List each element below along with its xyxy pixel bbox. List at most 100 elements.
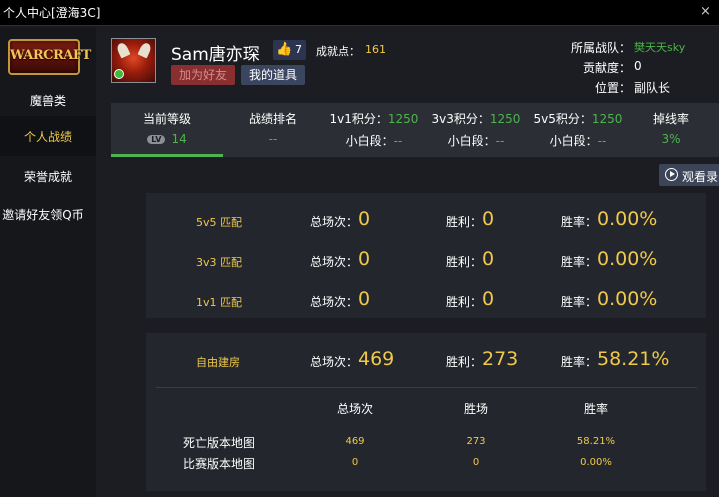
rate-value: 0.00%: [597, 248, 658, 270]
my-items-button[interactable]: 我的道具: [241, 65, 305, 85]
wins-label: 胜利：: [446, 255, 483, 269]
map-row-name: 比赛版本地图: [183, 457, 256, 471]
like-button[interactable]: 👍 7: [273, 40, 306, 60]
map-row-total: 469: [345, 436, 365, 447]
wins-value: 0: [482, 248, 495, 270]
close-icon[interactable]: ×: [700, 4, 711, 19]
total-label: 总场次：: [310, 355, 359, 369]
stat-rank[interactable]: 战绩排名 --: [223, 103, 323, 157]
position-value: 副队长: [634, 81, 671, 95]
wins-value: 273: [482, 348, 519, 370]
score-1v1-label: 1v1积分：: [329, 112, 388, 126]
map-row-wins: 273: [466, 436, 486, 447]
score-5v5-label: 5v5积分：: [533, 112, 592, 126]
rank-value: --: [268, 132, 278, 146]
stat-label: 战绩排名: [248, 112, 297, 126]
total-label: 总场次：: [310, 255, 359, 269]
sidebar-item-personal-record[interactable]: 个人战绩: [0, 116, 96, 156]
drop-rate-value: 3%: [661, 132, 681, 146]
level-value: 14: [171, 132, 187, 146]
avatar-horn: [115, 41, 131, 59]
score-1v1-row: 1v1积分：1250: [323, 110, 425, 127]
achievement-label: 成就点：: [316, 45, 360, 58]
rate-label: 胜率：: [561, 215, 598, 229]
stat-label: 当前等级: [142, 112, 191, 126]
level-badge-icon: LV: [147, 135, 166, 144]
logo-text: WARCRAFT: [10, 48, 91, 63]
avatar-horn: [137, 41, 153, 59]
score-3v3-label: 3v3积分：: [431, 112, 490, 126]
sidebar-item-invite-friends[interactable]: 邀请好友领Q币: [0, 194, 96, 234]
play-icon: [665, 168, 678, 181]
warcraft-logo: WARCRAFT: [8, 39, 91, 75]
watch-replay-button[interactable]: 观看录: [659, 164, 719, 186]
window-title: 个人中心[澄海3C]: [3, 6, 101, 20]
total-label: 总场次：: [310, 215, 359, 229]
tier-value: --: [393, 134, 403, 148]
tier-3v3-row: 小白段：--: [425, 132, 527, 149]
score-3v3-row: 3v3积分：1250: [425, 110, 527, 127]
sidebar-item-honor[interactable]: 荣誉成就: [0, 156, 96, 196]
achievement-value: 161: [365, 43, 386, 56]
wins-value: 0: [482, 288, 495, 310]
team-label: 所属战队：: [571, 41, 632, 55]
username: Sam唐亦琛: [171, 45, 260, 65]
watch-replay-label: 观看录: [682, 170, 719, 184]
tier-value: --: [597, 134, 607, 148]
stat-label: 掉线率: [652, 112, 689, 126]
wins-label: 胜利：: [446, 215, 483, 229]
total-value: 0: [358, 288, 371, 310]
stat-1v1[interactable]: 1v1积分：1250 小白段：--: [323, 103, 425, 157]
total-value: 0: [358, 208, 371, 230]
divider: [156, 387, 697, 388]
stat-3v3[interactable]: 3v3积分：1250 小白段：--: [425, 103, 527, 157]
wins-label: 胜利：: [446, 355, 483, 369]
map-row-rate: 58.21%: [576, 436, 616, 447]
team-name-link[interactable]: 樊天天sky: [634, 39, 685, 55]
total-label: 总场次：: [310, 295, 359, 309]
stat-current-level[interactable]: 当前等级 LV 14: [111, 103, 223, 157]
sidebar: WARCRAFT 魔兽类 个人战绩 荣誉成就 邀请好友领Q币: [0, 27, 96, 497]
tier-1v1-row: 小白段：--: [323, 132, 425, 149]
match-type-name: 1v1 匹配: [196, 296, 243, 309]
wins-value: 0: [482, 208, 495, 230]
contribution-value: 0: [634, 59, 642, 73]
stat-drop-rate[interactable]: 掉线率 3%: [629, 103, 713, 157]
map-row-total: 0: [351, 457, 359, 468]
stat-5v5[interactable]: 5v5积分：1250 小白段：--: [527, 103, 629, 157]
stats-bar: 当前等级 LV 14 战绩排名 -- 1v1积分：1250 小白段：-- 3v3积…: [111, 103, 719, 157]
rate-label: 胜率：: [561, 355, 598, 369]
rate-label: 胜率：: [561, 255, 598, 269]
total-value: 0: [358, 248, 371, 270]
sidebar-item-label: 荣誉成就: [23, 170, 72, 184]
tier-5v5-row: 小白段：--: [527, 132, 629, 149]
map-row-name: 死亡版本地图: [183, 436, 256, 450]
score-5v5-value: 1250: [591, 112, 623, 126]
contribution-label: 贡献度：: [582, 61, 631, 75]
map-row-rate: 0.00%: [580, 457, 612, 468]
rate-value: 0.00%: [597, 208, 658, 230]
match-type-name: 3v3 匹配: [196, 256, 243, 269]
sidebar-item-label: 个人战绩: [23, 130, 72, 144]
rate-value: 0.00%: [597, 288, 658, 310]
column-header: 总场次: [336, 402, 373, 416]
total-value: 469: [358, 348, 395, 370]
sidebar-item-label: 魔兽类: [29, 94, 66, 108]
title-bar: 个人中心[澄海3C] ×: [0, 0, 719, 26]
active-stat-underline: [111, 154, 223, 157]
level-row: LV 14: [111, 132, 223, 146]
add-friend-button[interactable]: 加为好友: [171, 65, 235, 85]
score-3v3-value: 1250: [489, 112, 521, 126]
custom-room-name: 自由建房: [196, 356, 240, 369]
sidebar-item-warcraft[interactable]: 魔兽类: [0, 80, 96, 120]
position-label: 位置：: [594, 81, 631, 95]
tier-label: 小白段：: [345, 134, 394, 148]
sidebar-item-label: 邀请好友领Q币: [2, 208, 84, 222]
map-row-wins: 0: [472, 457, 480, 468]
column-header: 胜场: [463, 402, 488, 416]
score-5v5-row: 5v5积分：1250: [527, 110, 629, 127]
score-1v1-value: 1250: [387, 112, 419, 126]
thumbs-up-icon: 👍: [276, 42, 293, 57]
wins-label: 胜利：: [446, 295, 483, 309]
rate-value: 58.21%: [597, 348, 670, 370]
